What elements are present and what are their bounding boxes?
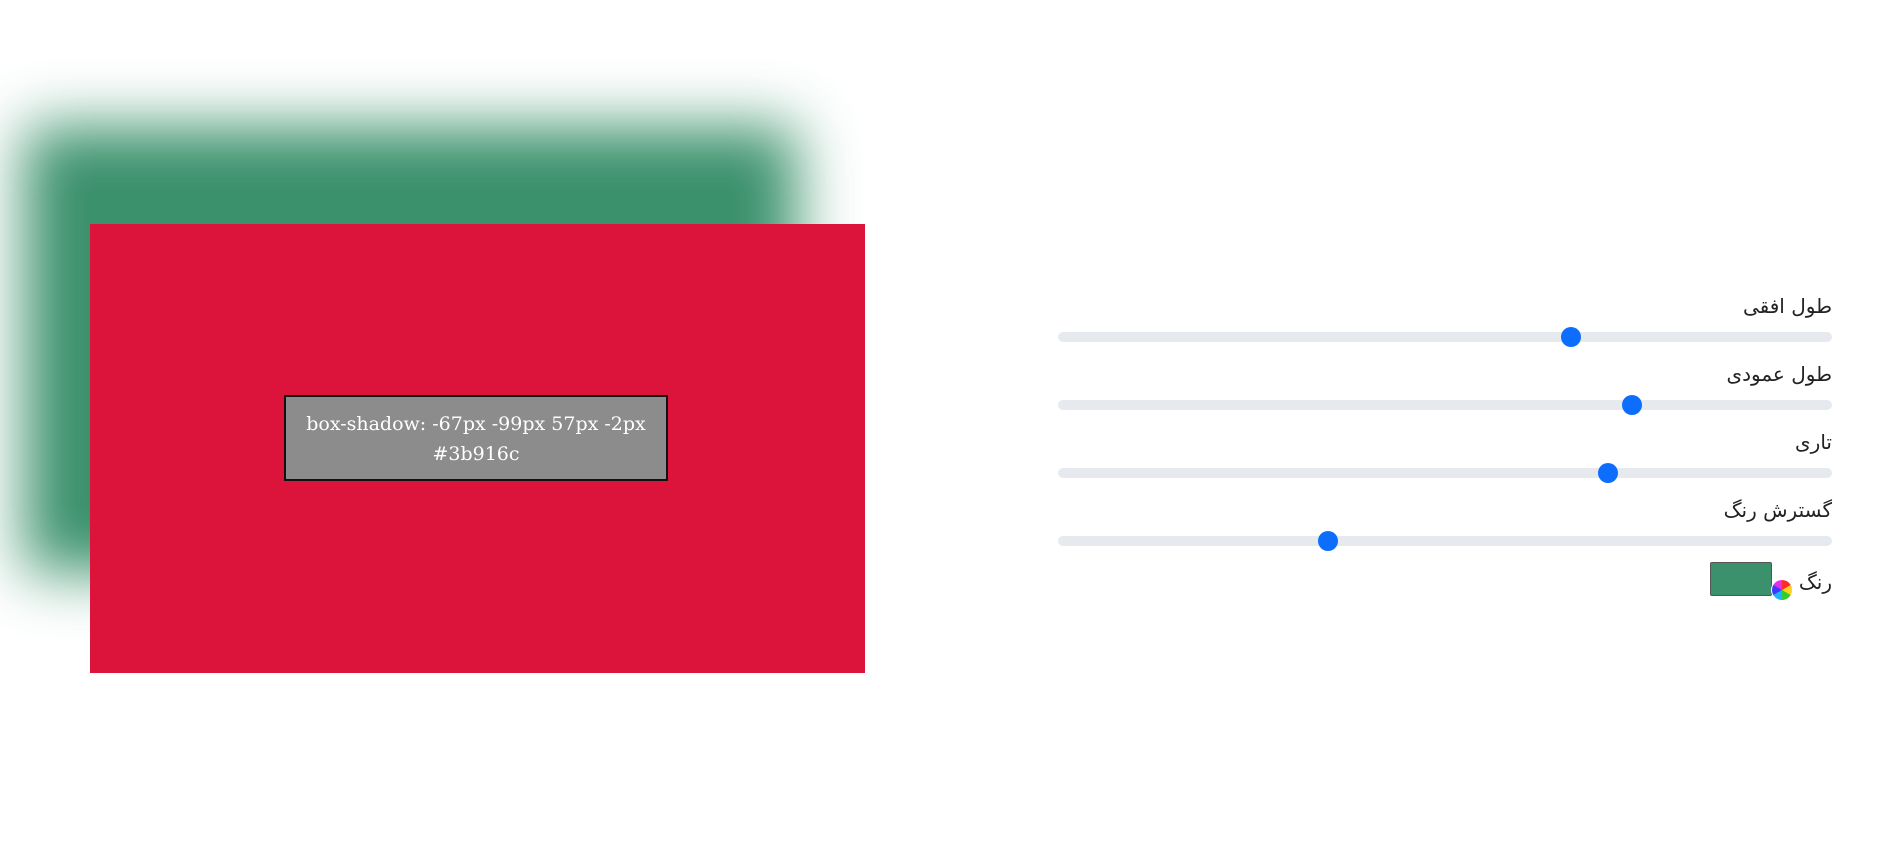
css-code-label: box-shadow: -67px -99px 57px -2px #3b916… <box>284 395 668 481</box>
blur-thumb[interactable] <box>1597 463 1618 483</box>
css-code-color: #3b916c <box>432 443 520 465</box>
blur-control: تاری <box>1058 426 1832 494</box>
vertical-offset-slider[interactable] <box>1058 395 1832 415</box>
css-code-line: box-shadow: -67px -99px 57px -2px <box>306 413 646 435</box>
color-palette-icon[interactable] <box>1772 580 1792 600</box>
blur-slider[interactable] <box>1058 463 1832 483</box>
horizontal-offset-label: طول افقی <box>1742 294 1832 318</box>
spread-thumb[interactable] <box>1318 531 1339 551</box>
blur-label: تاری <box>1795 430 1832 454</box>
color-control: رنگ <box>1058 562 1832 602</box>
box-shadow-generator: box-shadow: -67px -99px 57px -2px #3b916… <box>0 0 1893 864</box>
controls-panel: طول افقی طول عمودی تاری گسترش رنگ رنگ <box>1058 290 1832 602</box>
horizontal-offset-thumb[interactable] <box>1561 327 1582 347</box>
spread-slider[interactable] <box>1058 531 1832 551</box>
color-picker-input[interactable] <box>1710 562 1772 596</box>
color-label: رنگ <box>1798 570 1832 594</box>
horizontal-offset-control: طول افقی <box>1058 290 1832 358</box>
horizontal-offset-slider[interactable] <box>1058 327 1832 347</box>
shadow-preview-box: box-shadow: -67px -99px 57px -2px #3b916… <box>90 224 865 673</box>
vertical-offset-control: طول عمودی <box>1058 358 1832 426</box>
spread-control: گسترش رنگ <box>1058 494 1832 562</box>
vertical-offset-thumb[interactable] <box>1621 395 1642 415</box>
vertical-offset-label: طول عمودی <box>1726 362 1832 386</box>
spread-label: گسترش رنگ <box>1723 498 1832 522</box>
